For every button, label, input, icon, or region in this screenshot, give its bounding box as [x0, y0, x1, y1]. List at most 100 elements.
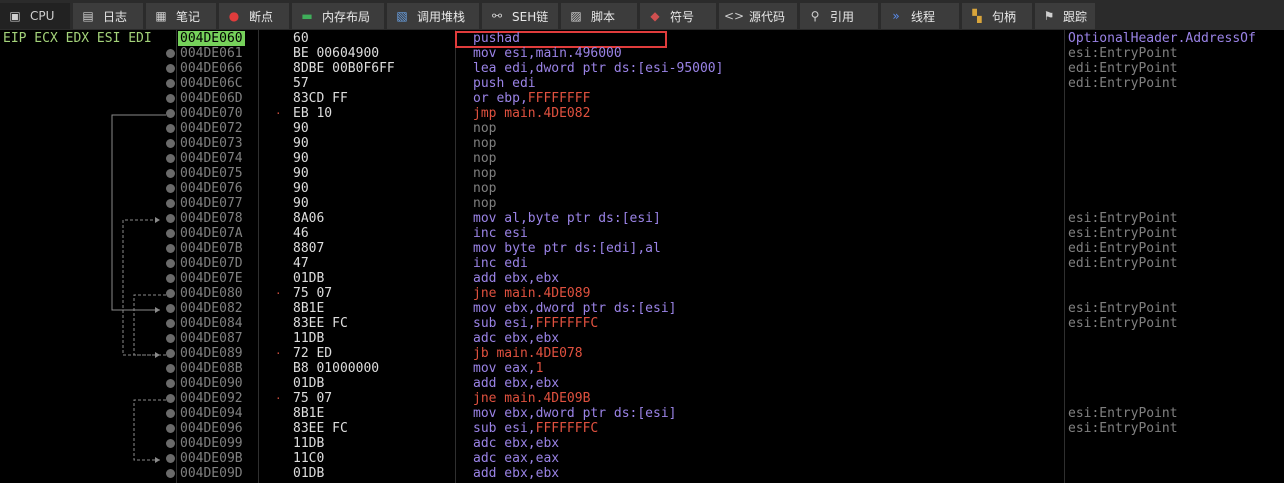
tab-seh[interactable]: ⚯ SEH链: [482, 3, 558, 29]
breakpoint-dot-icon[interactable]: [166, 229, 175, 238]
disasm-row[interactable]: 004DE096 83EE FC sub esi,FFFFFFFC esi:Entry…: [0, 421, 1284, 436]
breakpoint-dot-icon[interactable]: [166, 124, 175, 133]
opcode-bytes: 60: [293, 31, 309, 46]
instruction: add ebx,ebx: [473, 376, 559, 391]
instruction: mov al,byte ptr ds:[esi]: [473, 211, 661, 226]
disasm-row[interactable]: 004DE077 90 nop: [0, 196, 1284, 211]
breakpoint-dot-icon[interactable]: [166, 394, 175, 403]
comment: edi:EntryPoint: [1068, 241, 1178, 256]
disassembly-view[interactable]: EIP ECX EDX ESI EDI 004DE060 60 pushad Optio…: [0, 30, 1284, 483]
disasm-row[interactable]: 004DE09B 11C0 adc eax,eax: [0, 451, 1284, 466]
address: 004DE07B: [180, 241, 243, 256]
tab-symbol[interactable]: ◆ 符号: [640, 3, 716, 29]
disasm-row[interactable]: 004DE075 90 nop: [0, 166, 1284, 181]
disasm-row[interactable]: 004DE08B B8 01000000 mov eax,1: [0, 361, 1284, 376]
script-icon: ▨: [570, 9, 582, 23]
address: 004DE09D: [180, 466, 243, 481]
breakpoint-dot-icon[interactable]: [166, 214, 175, 223]
disasm-row[interactable]: 004DE099 11DB adc ebx,ebx: [0, 436, 1284, 451]
breakpoint-dot-icon[interactable]: [166, 439, 175, 448]
disasm-row[interactable]: 004DE074 90 nop: [0, 151, 1284, 166]
breakpoint-dot-icon[interactable]: [166, 409, 175, 418]
disasm-row[interactable]: 004DE09D 01DB add ebx,ebx: [0, 466, 1284, 481]
breakpoint-dot-icon[interactable]: [166, 334, 175, 343]
disasm-row[interactable]: 004DE061 BE 00604900 mov esi,main.496000 es…: [0, 46, 1284, 61]
breakpoint-dot-icon[interactable]: [166, 259, 175, 268]
jump-marker-icon: ·: [275, 347, 282, 360]
breakpoint-dot-icon[interactable]: [166, 289, 175, 298]
tab-source[interactable]: <> 源代码: [719, 3, 797, 29]
breakpoint-dot-icon[interactable]: [166, 274, 175, 283]
instruction-part: nop: [473, 136, 497, 151]
memory-map-icon: ▬: [301, 9, 313, 23]
breakpoint-dot-icon[interactable]: [166, 139, 175, 148]
tab-cpu[interactable]: ▣ CPU: [0, 3, 70, 29]
disasm-row[interactable]: 004DE094 8B1E mov ebx,dword ptr ds:[esi] es…: [0, 406, 1284, 421]
breakpoint-dot-icon[interactable]: [166, 319, 175, 328]
disasm-row[interactable]: 004DE070 · EB 10 jmp main.4DE082: [0, 106, 1284, 121]
breakpoint-dot-icon[interactable]: [166, 64, 175, 73]
opcode-bytes: 8A06: [293, 211, 325, 226]
tab-breakpoint[interactable]: ● 断点: [219, 3, 289, 29]
tab-label: 内存布局: [322, 9, 371, 24]
breakpoint-dot-icon[interactable]: [166, 169, 175, 178]
disasm-row[interactable]: 004DE092 · 75 07 jne main.4DE09B: [0, 391, 1284, 406]
address: 004DE09B: [180, 451, 243, 466]
disasm-row[interactable]: 004DE084 83EE FC sub esi,FFFFFFFC esi:Entry…: [0, 316, 1284, 331]
instruction: nop: [473, 196, 496, 211]
address: 004DE06C: [180, 76, 243, 91]
address: 004DE084: [180, 316, 243, 331]
tab-notes[interactable]: ▦ 笔记: [146, 3, 216, 29]
disasm-row[interactable]: 004DE07B 8807 mov byte ptr ds:[edi],al edi:…: [0, 241, 1284, 256]
instruction-part: nop: [473, 181, 497, 196]
breakpoint-dot-icon[interactable]: [166, 424, 175, 433]
disasm-row[interactable]: 004DE080 · 75 07 jne main.4DE089: [0, 286, 1284, 301]
disasm-row[interactable]: 004DE07E 01DB add ebx,ebx: [0, 271, 1284, 286]
disasm-row[interactable]: 004DE06D 83CD FF or ebp,FFFFFFFF: [0, 91, 1284, 106]
disasm-row[interactable]: 004DE073 90 nop: [0, 136, 1284, 151]
disasm-row[interactable]: 004DE076 90 nop: [0, 181, 1284, 196]
tab-call-stack[interactable]: ▧ 调用堆栈: [387, 3, 479, 29]
disasm-row[interactable]: EIP ECX EDX ESI EDI 004DE060 60 pushad Optio…: [0, 31, 1284, 46]
disasm-row[interactable]: 004DE07D 47 inc edi edi:EntryPoint: [0, 256, 1284, 271]
breakpoint-dot-icon[interactable]: [166, 454, 175, 463]
tab-references[interactable]: ⚲ 引用: [800, 3, 878, 29]
instruction: nop: [473, 136, 496, 151]
disasm-row[interactable]: 004DE06C 57 push edi edi:EntryPoint: [0, 76, 1284, 91]
disasm-row[interactable]: 004DE072 90 nop: [0, 121, 1284, 136]
breakpoint-dot-icon[interactable]: [166, 79, 175, 88]
opcode-bytes: 8807: [293, 241, 325, 256]
tab-threads[interactable]: » 线程: [881, 3, 959, 29]
breakpoint-dot-icon[interactable]: [166, 49, 175, 58]
instruction-part: nop: [473, 166, 497, 181]
disasm-row[interactable]: 004DE089 · 72 ED jb main.4DE078: [0, 346, 1284, 361]
breakpoint-dot-icon[interactable]: [166, 364, 175, 373]
instruction-part: mov al,byte ptr ds:[esi]: [473, 211, 661, 226]
tab-memory-map[interactable]: ▬ 内存布局: [292, 3, 384, 29]
breakpoint-dot-icon[interactable]: [166, 304, 175, 313]
breakpoint-dot-icon[interactable]: [166, 379, 175, 388]
breakpoint-dot-icon[interactable]: [166, 184, 175, 193]
disasm-row[interactable]: 004DE066 8DBE 00B0F6FF lea edi,dword ptr d…: [0, 61, 1284, 76]
breakpoint-dot-icon[interactable]: [166, 154, 175, 163]
disasm-row[interactable]: 004DE078 8A06 mov al,byte ptr ds:[esi] esi:…: [0, 211, 1284, 226]
disasm-row[interactable]: 004DE07A 46 inc esi esi:EntryPoint: [0, 226, 1284, 241]
disasm-row[interactable]: 004DE087 11DB adc ebx,ebx: [0, 331, 1284, 346]
breakpoint-dot-icon[interactable]: [166, 349, 175, 358]
tab-handles[interactable]: ▚ 句柄: [962, 3, 1032, 29]
breakpoint-dot-icon[interactable]: [166, 94, 175, 103]
opcode-bytes: 01DB: [293, 466, 325, 481]
address: 004DE092: [180, 391, 243, 406]
tab-log[interactable]: ▤ 日志: [73, 3, 143, 29]
breakpoint-dot-icon[interactable]: [166, 109, 175, 118]
breakpoint-dot-icon[interactable]: [166, 469, 175, 478]
breakpoint-dot-icon[interactable]: [166, 244, 175, 253]
tab-trace[interactable]: ⚑ 跟踪: [1035, 3, 1095, 29]
breakpoint-dot-icon[interactable]: [166, 199, 175, 208]
disasm-row[interactable]: 004DE090 01DB add ebx,ebx: [0, 376, 1284, 391]
disasm-row[interactable]: 004DE082 8B1E mov ebx,dword ptr ds:[esi] es…: [0, 301, 1284, 316]
instruction-part: FFFFFFFC: [535, 421, 599, 436]
symbol-icon: ◆: [650, 9, 660, 23]
tab-script[interactable]: ▨ 脚本: [561, 3, 637, 29]
instruction: jne main.4DE089: [473, 286, 590, 301]
